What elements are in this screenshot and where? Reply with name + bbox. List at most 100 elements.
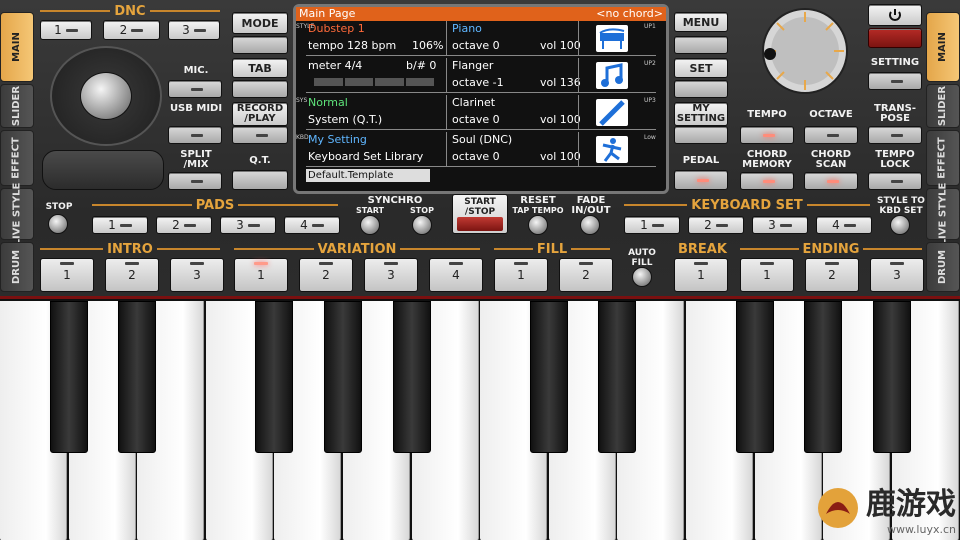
- tempo-lock-button[interactable]: [868, 172, 922, 190]
- side-tab-live-style-right[interactable]: LIVE STYLE: [926, 183, 960, 245]
- pad-button-2[interactable]: 2: [156, 216, 212, 234]
- setting-button[interactable]: [868, 72, 922, 90]
- keyboard-set-button-2[interactable]: 2: [688, 216, 744, 234]
- record-play-led-button[interactable]: [232, 126, 288, 144]
- power-button[interactable]: [868, 4, 922, 26]
- black-key[interactable]: [598, 301, 637, 453]
- my-setting-led-button[interactable]: [674, 126, 728, 144]
- chord-readout: <no chord>: [596, 7, 663, 20]
- led-indicator: [131, 28, 144, 32]
- black-key[interactable]: [118, 301, 157, 453]
- side-tab-live-style-left[interactable]: LIVE STYLE: [0, 183, 34, 245]
- row-volume: vol 100: [540, 150, 581, 163]
- black-key[interactable]: [255, 301, 294, 453]
- side-tab-effect-right[interactable]: EFFECT: [926, 130, 960, 186]
- dnc-button-1[interactable]: 1: [40, 20, 92, 40]
- led-indicator: [319, 262, 333, 265]
- black-key[interactable]: [804, 301, 843, 453]
- keyboard-set-button-3[interactable]: 3: [752, 216, 808, 234]
- chord-memory-button[interactable]: [740, 172, 794, 190]
- menu-led-button[interactable]: [674, 36, 728, 54]
- side-tab-drum-left[interactable]: DRUM: [0, 242, 34, 292]
- data-dial[interactable]: [750, 6, 860, 96]
- display-row[interactable]: SYS Normal System (Q.T.) Clarinet octave 0 vo…: [296, 95, 656, 130]
- joystick-pad[interactable]: [50, 46, 162, 146]
- split-mix-button[interactable]: [168, 172, 222, 190]
- octave-button[interactable]: [804, 126, 858, 144]
- start-stop-label: START /STOP: [464, 197, 496, 217]
- fill-button-1[interactable]: 1: [494, 258, 548, 292]
- black-key[interactable]: [49, 301, 88, 453]
- joystick-knob[interactable]: [80, 72, 132, 120]
- pads-stop-button[interactable]: [48, 214, 68, 234]
- set-button[interactable]: SET: [674, 58, 728, 78]
- mode-button[interactable]: MODE: [232, 12, 288, 34]
- modulation-strip[interactable]: [42, 150, 164, 190]
- black-key[interactable]: [735, 301, 774, 453]
- qt-button[interactable]: [232, 170, 288, 190]
- black-key[interactable]: [324, 301, 362, 453]
- button-label: 1: [63, 268, 71, 282]
- mode-led-button[interactable]: [232, 36, 288, 54]
- break-button-1[interactable]: 1: [674, 258, 728, 292]
- tab-button[interactable]: TAB: [232, 58, 288, 78]
- tab-led-button[interactable]: [232, 80, 288, 98]
- tempo-button[interactable]: [740, 126, 794, 144]
- keyboard-set-button-4[interactable]: 4: [816, 216, 872, 234]
- button-label: 4: [452, 268, 460, 282]
- keyboard-set-button-1[interactable]: 1: [624, 216, 680, 234]
- intro-button-1[interactable]: 1: [40, 258, 94, 292]
- usb-midi-button[interactable]: [168, 126, 222, 144]
- mic-button[interactable]: [168, 80, 222, 98]
- side-tab-main-left[interactable]: MAIN: [0, 12, 34, 82]
- row-side-tag: KBD: [296, 134, 309, 141]
- display-row[interactable]: STYLE Dubstep 1 tempo 128 bpm 106% Piano octa…: [296, 21, 656, 56]
- dnc-button-2[interactable]: 2: [103, 20, 160, 40]
- pad-button-1[interactable]: 1: [92, 216, 148, 234]
- clarinet-icon: [596, 99, 628, 126]
- start-stop-button[interactable]: START /STOP: [452, 194, 508, 234]
- record-play-button[interactable]: RECORD /PLAY: [232, 102, 288, 126]
- black-key[interactable]: [872, 301, 911, 453]
- set-led-button[interactable]: [674, 80, 728, 98]
- variation-button-1[interactable]: 1: [234, 258, 288, 292]
- auto-fill-button[interactable]: [632, 267, 652, 287]
- ending-button-2[interactable]: 2: [805, 258, 859, 292]
- variation-button-4[interactable]: 4: [429, 258, 483, 292]
- pad-button-3[interactable]: 3: [220, 216, 276, 234]
- ending-button-1[interactable]: 1: [740, 258, 794, 292]
- intro-button-3[interactable]: 3: [170, 258, 224, 292]
- reset-tap-tempo-button[interactable]: [528, 215, 548, 235]
- pad-button-4[interactable]: 4: [284, 216, 340, 234]
- menu-button[interactable]: MENU: [674, 12, 728, 32]
- side-tab-effect-left[interactable]: EFFECT: [0, 130, 34, 186]
- side-tab-main-right[interactable]: MAIN: [926, 12, 960, 82]
- side-tab-slider-left[interactable]: SLIDER: [0, 84, 34, 128]
- variation-button-3[interactable]: 3: [364, 258, 418, 292]
- side-tab-slider-right[interactable]: SLIDER: [926, 84, 960, 128]
- dnc-button-3[interactable]: 3: [168, 20, 220, 40]
- synchro-stop-button[interactable]: [412, 215, 432, 235]
- black-key[interactable]: [392, 301, 431, 453]
- ending-button-3[interactable]: 3: [870, 258, 924, 292]
- black-key[interactable]: [529, 301, 568, 453]
- my-setting-button[interactable]: MY SETTING: [674, 102, 728, 126]
- side-tab-drum-right[interactable]: DRUM: [926, 242, 960, 292]
- button-label: 3: [193, 268, 201, 282]
- display-row[interactable]: meter 4/4 b/# 0 Flanger octave -1 vol 136 UP2: [306, 58, 656, 93]
- synchro-start-button[interactable]: [360, 215, 380, 235]
- pedal-button[interactable]: [674, 170, 728, 190]
- variation-button-2[interactable]: 2: [299, 258, 353, 292]
- fade-button[interactable]: [580, 215, 600, 235]
- display-row[interactable]: KBD My Setting Keyboard Set Library Soul (D…: [296, 132, 656, 167]
- style-to-kbd-set-button[interactable]: [890, 215, 910, 235]
- ending-header: ENDING: [740, 241, 923, 257]
- fill-button-2[interactable]: 2: [559, 258, 613, 292]
- side-tab-label: DRUM: [11, 249, 23, 285]
- ending-title: ENDING: [802, 241, 860, 257]
- button-label: 2: [828, 268, 836, 282]
- transpose-button[interactable]: [868, 126, 922, 144]
- intro-button-2[interactable]: 2: [105, 258, 159, 292]
- chord-scan-button[interactable]: [804, 172, 858, 190]
- power-led-button[interactable]: [868, 28, 922, 48]
